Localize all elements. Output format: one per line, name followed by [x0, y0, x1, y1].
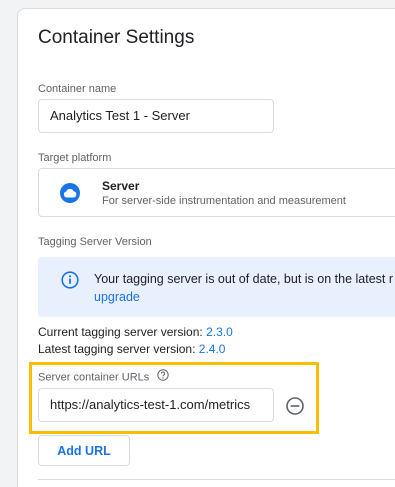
server-urls-label-row: Server container URLs	[38, 369, 170, 384]
upgrade-link[interactable]: upgrade	[94, 288, 140, 306]
page-title: Container Settings	[38, 27, 195, 48]
cloud-icon	[60, 183, 80, 203]
add-url-button[interactable]: Add URL	[38, 435, 130, 466]
help-icon[interactable]	[157, 369, 170, 384]
current-version-value[interactable]: 2.3.0	[206, 325, 233, 339]
platform-description: For server-side instrumentation and meas…	[102, 195, 346, 207]
remove-url-icon[interactable]	[285, 396, 305, 416]
container-name-label: Container name	[38, 83, 117, 95]
container-name-field[interactable]: Analytics Test 1 - Server	[38, 99, 274, 133]
current-version-line: Current tagging server version: 2.3.0	[38, 325, 233, 339]
info-icon	[61, 271, 79, 294]
target-platform-label: Target platform	[38, 152, 112, 164]
latest-version-value[interactable]: 2.4.0	[199, 342, 226, 356]
server-url-field[interactable]: https://analytics-test-1.com/metrics	[38, 388, 274, 422]
current-version-label: Current tagging server version:	[38, 325, 207, 339]
target-platform-option[interactable]: Server For server-side instrumentation a…	[38, 168, 395, 217]
divider	[38, 479, 395, 480]
latest-version-line: Latest tagging server version: 2.4.0	[38, 342, 225, 356]
server-urls-label: Server container URLs	[38, 371, 150, 384]
update-notice: Your tagging server is out of date, but …	[38, 257, 395, 317]
tagging-server-version-label: Tagging Server Version	[38, 236, 152, 248]
update-notice-text: Your tagging server is out of date, but …	[94, 272, 394, 286]
page: Container Settings Container name Analyt…	[0, 0, 395, 487]
latest-version-label: Latest tagging server version:	[38, 342, 199, 356]
platform-name: Server	[102, 179, 140, 193]
